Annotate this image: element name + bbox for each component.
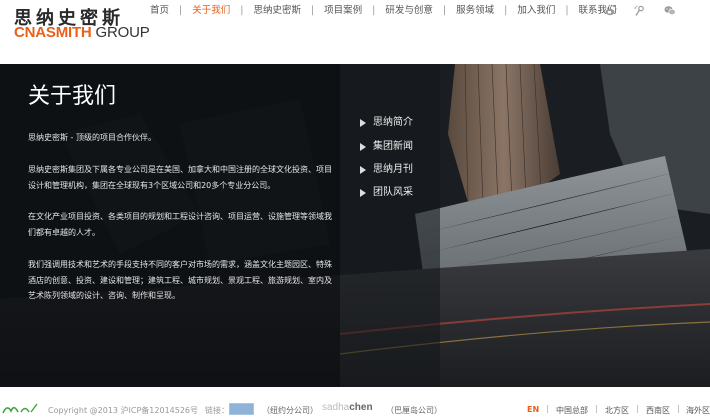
tencent-weibo-icon[interactable] (634, 5, 646, 16)
arrow-right-icon (360, 166, 366, 174)
main-nav: 首页 | 关于我们 | 思纳史密斯 | 项目案例 | 研发与创意 | 服务领域 | 加入我们 | 联系我们 (150, 4, 617, 18)
logo[interactable]: 思纳史密斯 CNASMITH GROUP (14, 4, 154, 44)
side-panel (340, 64, 440, 387)
mission-paragraph: 我们强调用技术和艺术的手段支持不同的客户对市场的需求，涵盖文化主题园区、特殊酒店… (28, 260, 332, 300)
footer: Copyright @2013 沪ICP备12014526号 链接： （纽约分公… (0, 387, 710, 418)
hero-section: 关于我们 思纳史密斯 - 顶级的项目合作伙伴。 思纳史密斯集团及下属各专业公司是… (0, 64, 710, 387)
talent-paragraph: 在文化产业项目投资、各类项目的规划和工程设计咨询、项目运营、设施管理等领域我们都… (28, 212, 332, 237)
footer-separator: | (595, 404, 598, 413)
nav-separator: | (565, 5, 569, 16)
nav-separator: | (240, 5, 244, 16)
page: 思纳史密斯 CNASMITH GROUP 首页 | 关于我们 | 思纳史密斯 | 项目案例 |… (0, 0, 710, 418)
region-southwest[interactable]: 西南区 (646, 405, 670, 416)
menu-item-label: 思纳简介 (373, 117, 413, 128)
menu-item-label: 集团新闻 (373, 141, 413, 152)
language-en-link[interactable]: EN (527, 405, 539, 414)
arrow-right-icon (360, 119, 366, 127)
partner-link-image[interactable] (229, 403, 254, 415)
nav-separator: | (179, 5, 183, 16)
menu-item-label: 团队风采 (373, 187, 413, 198)
nav-about[interactable]: 关于我们 (192, 4, 230, 18)
footer-separator: | (636, 404, 639, 413)
logo-english: CNASMITH GROUP (14, 24, 150, 41)
logo-group: GROUP (95, 24, 150, 41)
region-china-hq[interactable]: 中国总部 (556, 405, 588, 416)
nav-home[interactable]: 首页 (150, 4, 169, 18)
nav-cnasmith[interactable]: 思纳史密斯 (253, 4, 301, 18)
group-paragraph: 思纳史密斯集团及下属各专业公司是在美国、加拿大和中国注册的全球文化投资、项目设计… (28, 165, 332, 190)
arrow-right-icon (360, 189, 366, 197)
footer-separator: | (677, 404, 680, 413)
nav-join[interactable]: 加入我们 (517, 4, 555, 18)
page-title: 关于我们 (28, 84, 117, 109)
nav-separator: | (372, 5, 376, 16)
region-overseas[interactable]: 海外区 (686, 405, 710, 416)
header: 思纳史密斯 CNASMITH GROUP 首页 | 关于我们 | 思纳史密斯 | 项目案例 |… (0, 0, 710, 64)
logo-brand: CNASMITH (14, 24, 92, 41)
nav-projects[interactable]: 项目案例 (324, 4, 362, 18)
chen-text: chen (349, 402, 373, 413)
intro-paragraph: 思纳史密斯 - 顶级的项目合作伙伴。 (28, 133, 156, 142)
footer-separator: | (546, 404, 549, 413)
region-north[interactable]: 北方区 (605, 405, 629, 416)
wechat-icon[interactable] (664, 5, 676, 16)
links-label: 链接： (205, 406, 229, 415)
menu-item-label: 思纳月刊 (373, 164, 413, 175)
weibo-icon[interactable] (605, 5, 617, 16)
bali-office-link[interactable]: （巴厘岛公司） (386, 405, 442, 416)
nav-separator: | (310, 5, 315, 16)
copyright-text: Copyright @2013 沪ICP备12014526号 (48, 406, 199, 415)
nav-services[interactable]: 服务领域 (456, 4, 494, 18)
newyork-office-link[interactable]: （纽约分公司） (262, 405, 318, 416)
sadhachen-link[interactable]: sadhachen (322, 402, 373, 413)
nav-separator: | (504, 5, 508, 16)
arrow-right-icon (360, 143, 366, 151)
nav-research[interactable]: 研发与创意 (385, 4, 433, 18)
nav-separator: | (442, 5, 447, 16)
footer-logo-icon (2, 403, 38, 414)
sadha-text: sadha (322, 402, 350, 413)
